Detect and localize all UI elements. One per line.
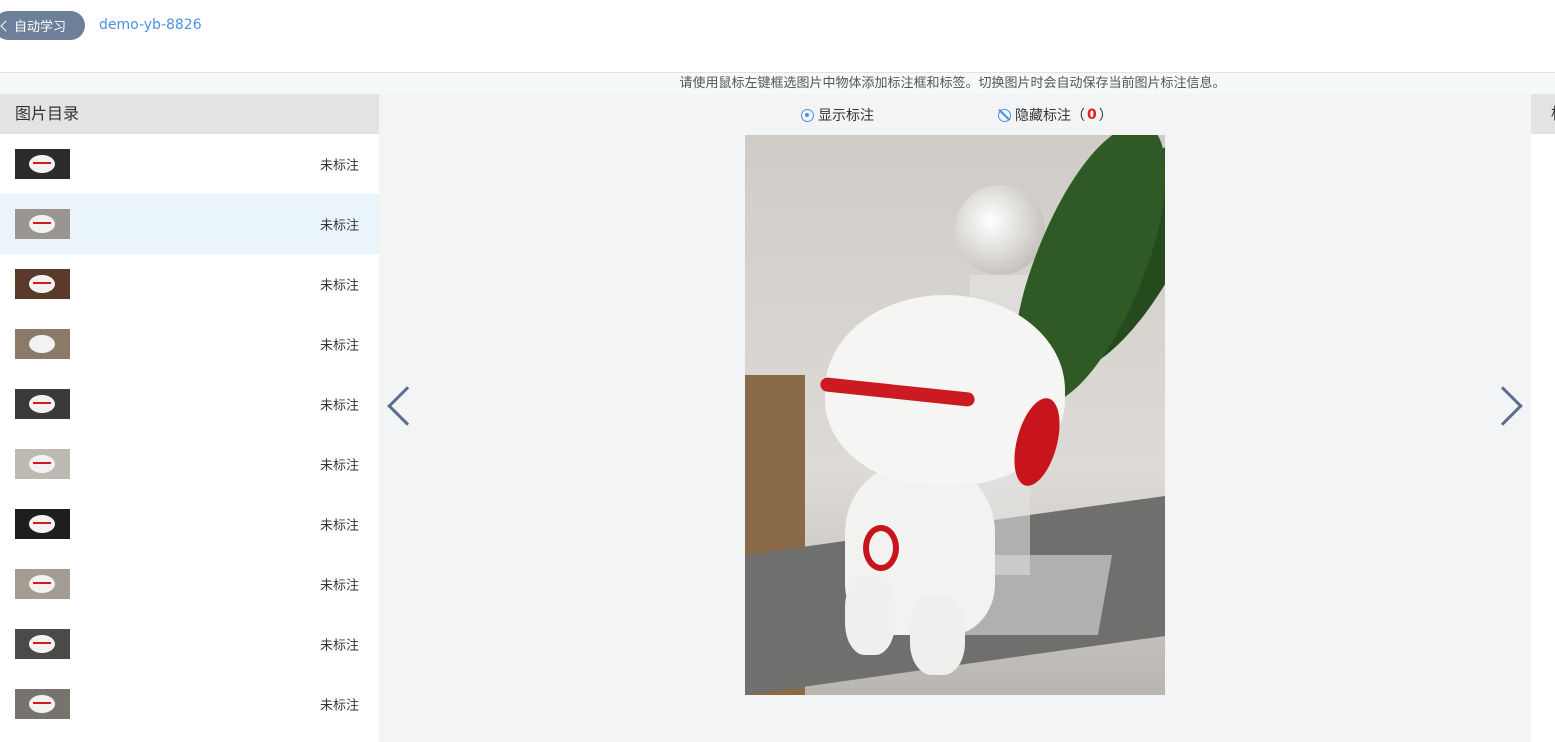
top-bar: 自动学习 demo-yb-8826 (0, 0, 1555, 72)
image-thumbnail (15, 269, 70, 299)
annotation-status: 未标注 (319, 698, 359, 714)
label-panel-title: 标 (1531, 94, 1555, 134)
image-thumbnail (15, 569, 70, 599)
image-thumbnail (15, 389, 70, 419)
hide-annotations-toggle[interactable]: 隐藏标注 （ 0 ） (998, 105, 1113, 125)
instruction-tip: 请使用鼠标左键框选图片中物体添加标注框和标签。切换图片时会自动保存当前图片标注信… (0, 72, 1555, 94)
paren-open: （ (1071, 108, 1085, 124)
annotation-status: 未标注 (319, 398, 359, 414)
image-list-item[interactable]: 未标注 (0, 674, 379, 734)
annotation-status: 未标注 (319, 518, 359, 534)
previous-image-button[interactable] (379, 382, 427, 426)
image-list-item[interactable]: 未标注 (0, 554, 379, 614)
image-thumbnail (15, 209, 70, 239)
image-list-item[interactable]: 未标注 (0, 134, 379, 194)
annotation-status: 未标注 (319, 158, 359, 174)
eye-off-icon (998, 108, 1011, 122)
image-thumbnail (15, 329, 70, 359)
image-list-item[interactable]: 未标注 (0, 494, 379, 554)
image-list-item[interactable]: 未标注 (0, 434, 379, 494)
annotation-count: 0 (1087, 107, 1097, 123)
label-panel: 标 (1531, 94, 1555, 742)
image-thumbnail (15, 629, 70, 659)
image-directory-sidebar: 图片目录 未标注 未标注 未标注 未标注 未标注 未标注 未标注 未标注 未标注… (0, 94, 379, 742)
annotation-status: 未标注 (319, 278, 359, 294)
image-list-item[interactable]: 未标注 (0, 314, 379, 374)
annotation-canvas-image[interactable] (745, 135, 1165, 695)
annotation-status: 未标注 (319, 638, 359, 654)
hide-annotations-label: 隐藏标注 (1015, 108, 1071, 124)
eye-icon (801, 108, 814, 122)
image-list-item[interactable]: 未标注 (0, 254, 379, 314)
next-image-button[interactable] (1483, 382, 1533, 426)
paren-close: ） (1098, 108, 1113, 124)
show-annotations-label: 显示标注 (818, 108, 874, 124)
annotation-status: 未标注 (319, 338, 359, 354)
dataset-name-link[interactable]: demo-yb-8826 (99, 17, 202, 33)
arrow-left-icon (387, 386, 427, 426)
annotation-status: 未标注 (319, 218, 359, 234)
back-button[interactable]: 自动学习 (0, 11, 85, 40)
image-list-item[interactable]: 未标注 (0, 374, 379, 434)
chevron-left-icon (0, 19, 12, 32)
image-list-item-selected[interactable]: 未标注 (0, 194, 379, 254)
image-viewer: 显示标注 隐藏标注 （ 0 ） (379, 94, 1531, 742)
annotation-status: 未标注 (319, 458, 359, 474)
sidebar-title: 图片目录 (0, 94, 379, 134)
image-thumbnail (15, 509, 70, 539)
arrow-right-icon (1483, 386, 1523, 426)
annotation-status: 未标注 (319, 578, 359, 594)
image-thumbnail (15, 149, 70, 179)
image-thumbnail (15, 689, 70, 719)
back-button-label: 自动学习 (14, 20, 67, 35)
show-annotations-toggle[interactable]: 显示标注 (801, 105, 874, 125)
image-list-item[interactable]: 未标注 (0, 614, 379, 674)
image-thumbnail (15, 449, 70, 479)
